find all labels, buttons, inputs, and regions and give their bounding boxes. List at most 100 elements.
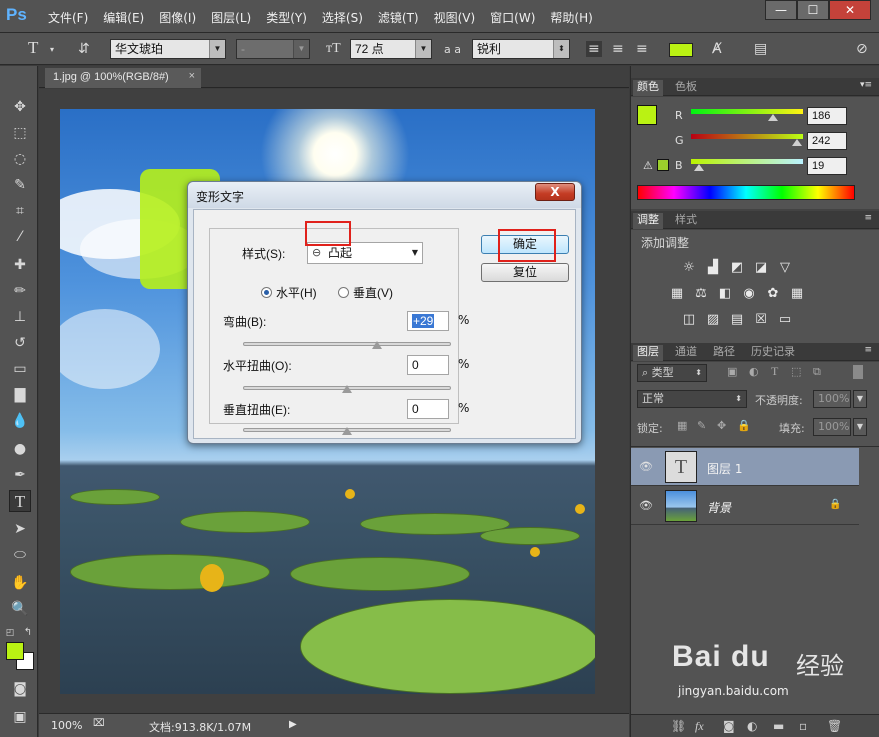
horizontal-label[interactable]: 水平(H) <box>276 284 317 301</box>
menu-edit[interactable]: 编辑(E) <box>103 9 144 26</box>
black-white-icon[interactable]: ◧ <box>717 286 733 302</box>
clone-stamp-tool-icon[interactable]: ⊥ <box>9 306 31 328</box>
bend-slider-thumb[interactable] <box>372 341 383 349</box>
document-tab[interactable]: 1.jpg @ 100%(RGB/8#) × <box>45 68 201 88</box>
gradient-map-icon[interactable]: ▭ <box>777 312 793 328</box>
chevron-down-icon[interactable]: ▼ <box>853 390 867 408</box>
menu-filter[interactable]: 滤镜(T) <box>378 9 419 26</box>
healing-brush-tool-icon[interactable]: ✚ <box>9 254 31 276</box>
menu-image[interactable]: 图像(I) <box>159 9 196 26</box>
character-panel-icon[interactable]: ▤ <box>754 41 767 57</box>
style-select[interactable]: ⊖ 凸起 ▼ <box>307 242 423 264</box>
layer-row-text[interactable]: 👁 T 图层 1 <box>631 448 859 486</box>
close-window-button[interactable]: ✕ <box>829 0 871 20</box>
filter-type-icon[interactable]: T <box>771 364 778 379</box>
vertical-label[interactable]: 垂直(V) <box>353 284 393 301</box>
horizontal-radio[interactable] <box>261 287 272 298</box>
g-slider[interactable] <box>691 134 803 139</box>
menu-file[interactable]: 文件(F) <box>48 9 88 26</box>
exposure-icon[interactable]: ◪ <box>753 260 769 276</box>
blend-mode-select[interactable]: 正常 ⬍ <box>637 390 747 408</box>
filter-toggle[interactable] <box>853 365 863 379</box>
anti-alias-select[interactable]: 锐利 ⬍ <box>472 39 570 59</box>
lock-pixels-icon[interactable]: ✎ <box>697 419 706 432</box>
g-value[interactable]: 242 <box>807 132 847 150</box>
vibrance-icon[interactable]: ▽ <box>777 260 793 276</box>
font-family-select[interactable]: 华文琥珀 ▼ <box>110 39 226 59</box>
bend-slider[interactable] <box>243 342 451 346</box>
v-distort-input[interactable]: 0 <box>407 399 449 419</box>
tab-channels[interactable]: 通道 <box>671 345 701 361</box>
quick-mask-icon[interactable]: ◙ <box>9 678 31 700</box>
invert-icon[interactable]: ◫ <box>681 312 697 328</box>
dialog-titlebar[interactable]: 变形文字 X <box>188 182 581 208</box>
chevron-down-icon[interactable]: ▼ <box>853 418 867 436</box>
adjustment-icon[interactable]: ◐ <box>747 719 757 733</box>
type-tool-icon[interactable]: T <box>9 490 31 512</box>
crop-tool-icon[interactable]: ⌗ <box>9 200 31 222</box>
fill-input[interactable]: 100% <box>813 418 851 436</box>
r-value[interactable]: 186 <box>807 107 847 125</box>
brush-tool-icon[interactable]: ✏ <box>9 280 31 302</box>
new-layer-icon[interactable]: ▫ <box>799 719 807 733</box>
fx-icon[interactable]: fx <box>695 719 704 734</box>
menu-window[interactable]: 窗口(W) <box>490 9 535 26</box>
tab-history[interactable]: 历史记录 <box>747 345 799 361</box>
foreground-color-swatch[interactable] <box>6 642 24 660</box>
ok-button[interactable]: 确定 <box>481 235 569 254</box>
tab-layers[interactable]: 图层 <box>633 345 663 361</box>
align-center-icon[interactable]: ≡ <box>612 41 624 57</box>
filter-shape-icon[interactable]: ⬚ <box>791 365 801 378</box>
h-distort-slider-thumb[interactable] <box>342 385 352 393</box>
filter-pixel-icon[interactable]: ▣ <box>727 365 737 378</box>
panel-menu-icon[interactable]: ≡ <box>864 213 872 223</box>
color-spectrum[interactable] <box>637 185 855 200</box>
gamut-warning-icon[interactable]: ⚠ <box>643 159 653 172</box>
dodge-tool-icon[interactable]: ● <box>9 438 31 460</box>
trash-icon[interactable]: 🗑 <box>827 719 842 733</box>
r-slider[interactable] <box>691 109 803 114</box>
mask-icon[interactable]: ◙ <box>723 719 735 733</box>
lock-position-icon[interactable]: ✥ <box>717 419 726 432</box>
menu-type[interactable]: 类型(Y) <box>266 9 307 26</box>
tab-styles[interactable]: 样式 <box>671 213 701 229</box>
hue-saturation-icon[interactable]: ▦ <box>669 286 685 302</box>
swap-colors-icon[interactable]: ↰ <box>22 622 34 644</box>
opacity-input[interactable]: 100% <box>813 390 851 408</box>
link-icon[interactable]: ⛓ <box>671 719 686 733</box>
warp-text-icon[interactable]: Ⱥ <box>712 41 722 57</box>
layer-row-background[interactable]: 👁 背景 🔒 <box>631 487 859 525</box>
cancel-icon[interactable]: ⊘ <box>856 41 868 57</box>
color-fg-swatch[interactable] <box>637 105 657 125</box>
screen-mode-icon[interactable]: ▣ <box>9 706 31 728</box>
photo-filter-icon[interactable]: ◉ <box>741 286 757 302</box>
minimize-button[interactable]: — <box>765 0 797 20</box>
tab-color[interactable]: 颜色 <box>633 80 663 96</box>
levels-icon[interactable]: ▟ <box>705 260 721 276</box>
b-value[interactable]: 19 <box>807 157 847 175</box>
text-orientation-icon[interactable]: ⇵ <box>78 41 90 57</box>
tab-adjustments[interactable]: 调整 <box>633 213 663 229</box>
selective-color-icon[interactable]: ☒ <box>753 312 769 328</box>
history-brush-tool-icon[interactable]: ↺ <box>9 332 31 354</box>
preview-icon[interactable]: ⌧ <box>93 718 105 729</box>
font-style-select[interactable]: - ▼ <box>236 39 310 59</box>
blur-tool-icon[interactable]: 💧 <box>9 410 31 432</box>
reset-button[interactable]: 复位 <box>481 263 569 282</box>
panel-menu-icon[interactable]: ▾≡ <box>860 80 872 90</box>
layer-name[interactable]: 背景 <box>707 499 731 516</box>
menu-help[interactable]: 帮助(H) <box>550 9 592 26</box>
tool-preset-chevron-icon[interactable]: ▾ <box>50 45 54 54</box>
hand-tool-icon[interactable]: ✋ <box>9 572 31 594</box>
quick-select-tool-icon[interactable]: ✎ <box>9 174 31 196</box>
zoom-tool-icon[interactable]: 🔍 <box>9 598 31 620</box>
b-slider[interactable] <box>691 159 803 164</box>
close-tab-icon[interactable]: × <box>189 70 195 82</box>
gamut-swatch[interactable] <box>657 159 669 171</box>
channel-mixer-icon[interactable]: ✿ <box>765 286 781 302</box>
folder-icon[interactable]: ▬ <box>773 719 784 733</box>
default-colors-icon[interactable]: ◰ <box>4 622 16 644</box>
eye-icon[interactable]: 👁 <box>639 499 653 512</box>
bend-input[interactable]: +29 <box>407 311 449 331</box>
threshold-icon[interactable]: ▤ <box>729 312 745 328</box>
